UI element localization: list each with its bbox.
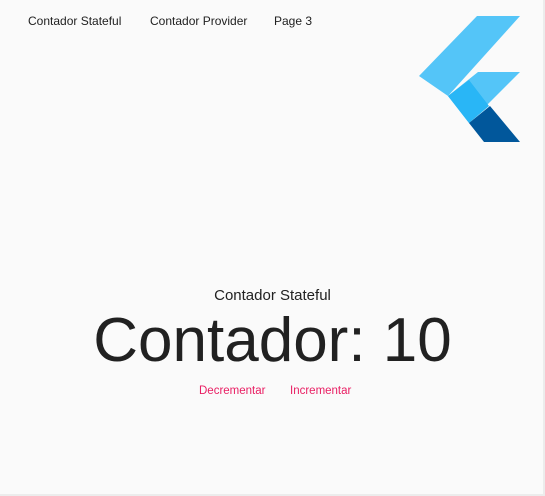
counter-actions: Decrementar Incrementar <box>0 385 545 403</box>
decrement-button[interactable]: Decrementar <box>199 385 265 397</box>
flutter-logo-icon <box>419 16 520 142</box>
counter-subtitle: Contador Stateful <box>214 287 331 304</box>
app-page: Contador Stateful Contador Provider Page… <box>0 0 545 496</box>
nav-item-page-3[interactable]: Page 3 <box>274 14 312 28</box>
increment-button[interactable]: Incrementar <box>290 385 351 397</box>
nav-item-contador-provider[interactable]: Contador Provider <box>150 14 247 28</box>
nav-item-contador-stateful[interactable]: Contador Stateful <box>28 14 121 28</box>
counter-display: Contador: 10 <box>93 306 452 375</box>
